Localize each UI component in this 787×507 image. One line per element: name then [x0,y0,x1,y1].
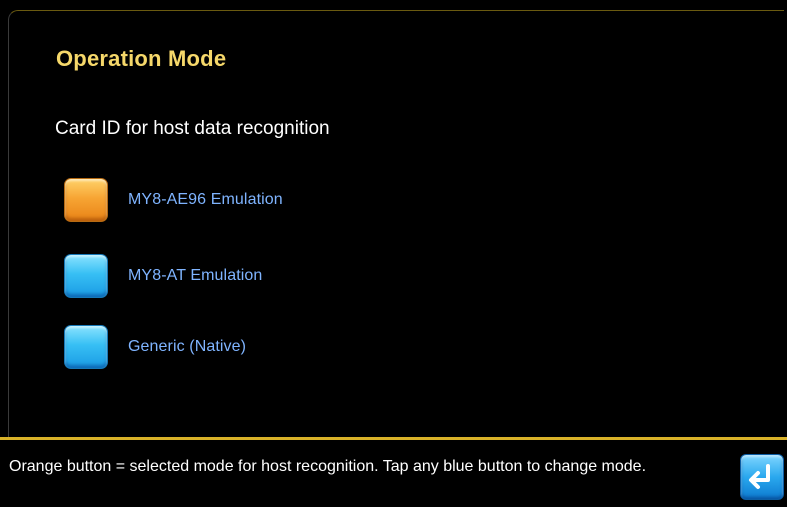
mode-button-generic-native[interactable] [64,325,108,369]
mode-option-generic-native[interactable]: Generic (Native) [64,325,246,369]
panel-subtitle: Card ID for host data recognition [55,118,330,139]
mode-label-my8-ae96: MY8-AE96 Emulation [128,191,283,208]
return-button[interactable] [740,454,784,500]
mode-option-my8-ae96[interactable]: MY8-AE96 Emulation [64,178,283,222]
panel-title: Operation Mode [56,46,227,71]
mode-button-my8-ae96-selected[interactable] [64,178,108,222]
mode-label-my8-at: MY8-AT Emulation [128,267,263,284]
mode-option-my8-at[interactable]: MY8-AT Emulation [64,254,262,298]
operation-mode-screen: Operation Mode Card ID for host data rec… [0,0,787,507]
mode-button-my8-at[interactable] [64,254,108,298]
return-arrow-icon [749,464,770,489]
operation-mode-panel: Operation Mode Card ID for host data rec… [8,10,784,438]
status-help-text: Orange button = selected mode for host r… [9,458,647,475]
mode-label-generic-native: Generic (Native) [128,338,247,355]
status-bar: Orange button = selected mode for host r… [0,440,787,507]
